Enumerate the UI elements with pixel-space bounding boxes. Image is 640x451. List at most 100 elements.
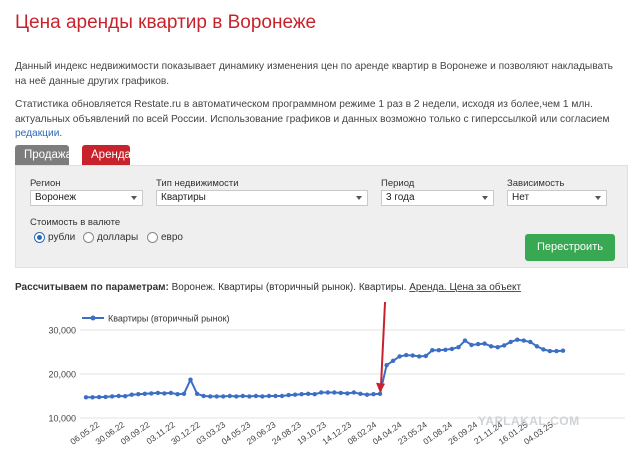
page-title: Цена аренды квартир в Воронеже	[15, 12, 317, 33]
data-point	[260, 394, 265, 399]
data-point	[560, 348, 566, 353]
params-summary: Рассчитываем по параметрам: Воронеж. Ква…	[15, 282, 521, 293]
data-point	[142, 391, 147, 396]
radio-unchecked-icon	[83, 232, 94, 243]
y-tick-label: 10,000	[48, 414, 76, 424]
data-point	[116, 393, 121, 399]
data-point	[456, 345, 461, 350]
data-point	[390, 358, 396, 363]
data-point	[547, 348, 553, 354]
data-point	[475, 341, 481, 347]
intro-paragraph-2: Статистика обновляется Restate.ru в авто…	[15, 98, 627, 142]
data-point	[502, 343, 507, 348]
data-point	[338, 390, 343, 396]
data-point	[129, 392, 134, 397]
filter-panel: Регион Воронеж Тип недвижимости Квартиры…	[15, 165, 628, 268]
radio-label-usd: доллары	[97, 232, 139, 243]
data-point	[162, 391, 167, 396]
intro-paragraph-1: Данный индекс недвижимости показывает ди…	[15, 61, 613, 87]
data-point	[534, 344, 540, 349]
data-point	[332, 390, 337, 395]
chevron-down-icon	[595, 196, 601, 200]
editorial-link[interactable]: редакции	[15, 128, 59, 139]
currency-radio-usd[interactable]: доллары	[83, 232, 149, 244]
data-point	[240, 393, 245, 399]
data-point	[175, 392, 180, 397]
dependency-label: Зависимость	[507, 178, 565, 189]
currency-label: Стоимость в валюте	[30, 217, 121, 228]
data-point	[371, 392, 376, 397]
data-point	[358, 391, 363, 396]
data-point	[273, 393, 278, 399]
data-point	[149, 391, 154, 396]
tab-rent[interactable]: Аренда	[82, 145, 131, 165]
tab-sale[interactable]: Продажа	[15, 145, 72, 165]
annotation-arrow-head	[376, 382, 386, 393]
intro-period: .	[59, 128, 63, 139]
data-point	[234, 394, 239, 399]
data-point	[286, 392, 291, 398]
data-point	[194, 391, 200, 396]
data-point	[404, 352, 409, 358]
data-point	[384, 363, 389, 368]
legend-marker	[90, 315, 96, 321]
region-label: Регион	[30, 178, 61, 189]
data-point	[423, 353, 428, 359]
data-point	[188, 377, 193, 382]
data-point	[436, 348, 441, 353]
data-point	[443, 347, 448, 352]
data-point	[247, 394, 252, 399]
intro-text: Статистика обновляется Restate.ru в авто…	[15, 99, 610, 125]
data-point	[469, 342, 474, 348]
data-point	[155, 390, 161, 396]
data-point	[430, 348, 435, 353]
params-text-highlight: Аренда. Цена за объект	[409, 282, 522, 293]
data-point	[292, 392, 298, 397]
data-point	[462, 338, 468, 343]
data-point	[528, 339, 533, 345]
data-point	[208, 394, 213, 399]
data-point	[364, 392, 370, 397]
type-label: Тип недвижимости	[156, 178, 239, 189]
data-point	[103, 394, 108, 400]
data-point	[521, 338, 526, 343]
data-point	[319, 390, 324, 395]
radio-unchecked-icon	[147, 232, 158, 243]
data-point	[123, 394, 128, 399]
currency-radio-eur[interactable]: евро	[147, 232, 192, 244]
y-tick-label: 20,000	[48, 370, 76, 380]
data-point	[279, 393, 285, 399]
radio-label-rub: рубли	[48, 232, 76, 243]
region-value: Воронеж	[35, 192, 77, 203]
data-point	[515, 337, 520, 342]
data-point	[482, 341, 487, 346]
radio-checked-icon	[34, 232, 45, 243]
data-point	[554, 348, 559, 354]
data-point	[306, 391, 311, 396]
data-point	[90, 395, 95, 400]
radio-label-eur: евро	[161, 232, 183, 243]
data-point	[83, 395, 89, 400]
period-label: Период	[381, 178, 415, 189]
data-point	[495, 345, 500, 350]
period-select[interactable]: 3 года	[381, 190, 494, 206]
data-point	[325, 390, 330, 395]
chevron-down-icon	[131, 196, 137, 200]
data-point	[96, 394, 102, 400]
data-point	[181, 391, 187, 396]
type-value: Квартиры	[161, 192, 206, 203]
watermark: YAPLAKAL.COM	[478, 414, 580, 428]
type-select[interactable]: Квартиры	[156, 190, 368, 206]
data-point	[312, 392, 317, 397]
data-point	[417, 354, 422, 359]
data-point	[541, 347, 546, 352]
data-point	[266, 393, 272, 399]
period-value: 3 года	[386, 192, 415, 203]
dependency-select[interactable]: Нет	[507, 190, 607, 206]
region-select[interactable]: Воронеж	[30, 190, 143, 206]
data-point	[351, 390, 357, 395]
data-point	[299, 392, 304, 397]
rebuild-button[interactable]: Перестроить	[525, 234, 615, 261]
data-point	[227, 393, 232, 399]
data-point	[109, 394, 115, 399]
